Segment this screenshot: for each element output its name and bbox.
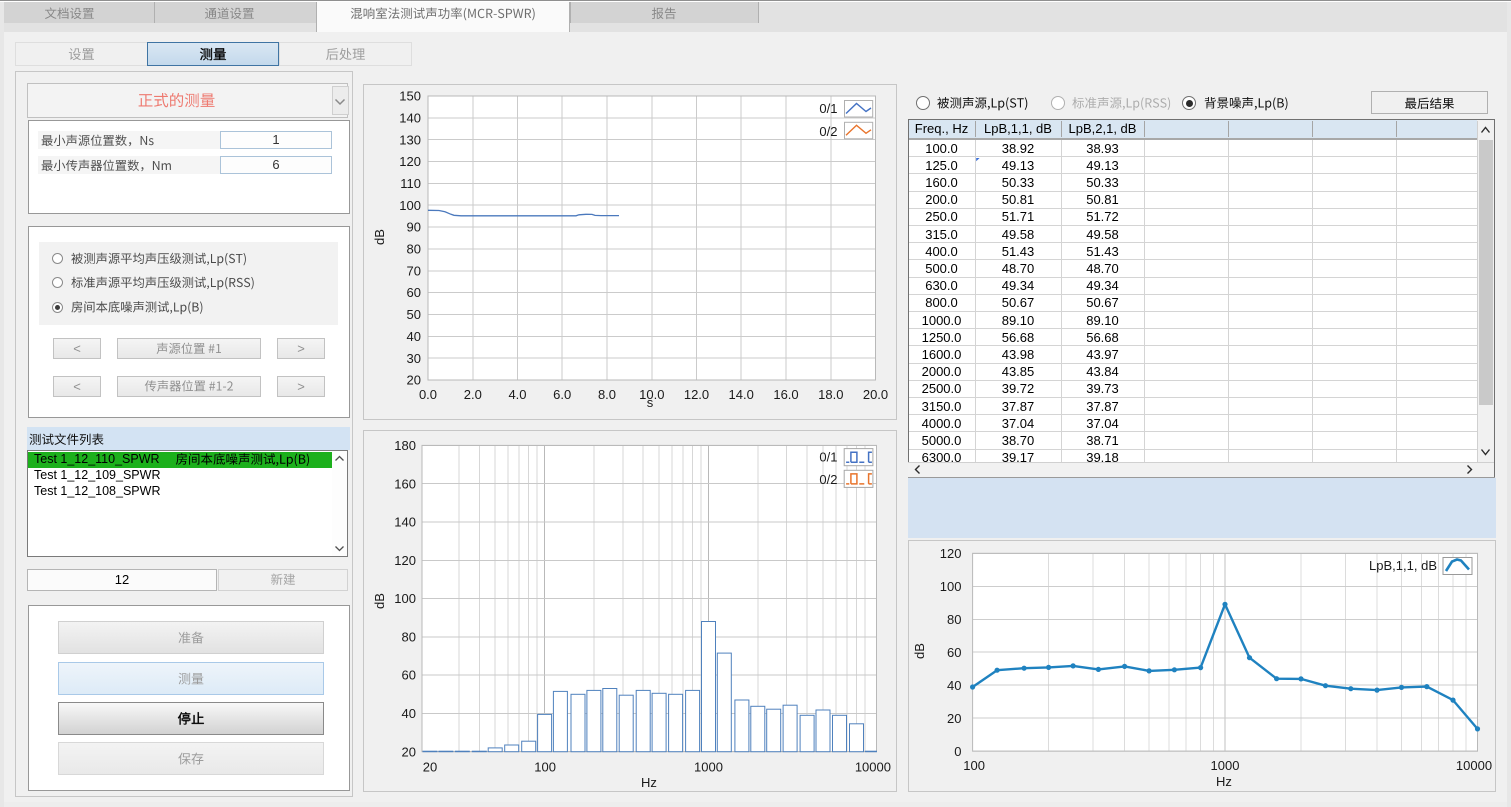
svg-text:0.0: 0.0 <box>419 387 437 402</box>
svg-text:40: 40 <box>947 678 961 693</box>
svg-text:s: s <box>647 395 654 410</box>
svg-text:dB: dB <box>912 643 927 659</box>
svg-text:150: 150 <box>399 89 421 104</box>
svg-text:100: 100 <box>963 758 985 773</box>
svg-text:120: 120 <box>940 546 962 561</box>
svg-text:0: 0 <box>954 744 961 759</box>
svg-text:120: 120 <box>394 553 416 568</box>
svg-text:1000: 1000 <box>694 760 723 775</box>
svg-text:1000: 1000 <box>1211 758 1240 773</box>
svg-text:Hz: Hz <box>1216 774 1232 789</box>
svg-text:140: 140 <box>394 515 416 530</box>
svg-text:20: 20 <box>402 744 416 759</box>
svg-text:60: 60 <box>947 645 961 660</box>
svg-text:100: 100 <box>940 579 962 594</box>
svg-text:20: 20 <box>947 711 961 726</box>
svg-text:dB: dB <box>372 593 387 609</box>
svg-text:80: 80 <box>402 629 416 644</box>
svg-text:dB: dB <box>372 229 387 245</box>
svg-text:160: 160 <box>394 476 416 491</box>
svg-text:0/1: 0/1 <box>819 450 837 465</box>
svg-text:10000: 10000 <box>1456 758 1492 773</box>
svg-text:90: 90 <box>407 220 421 235</box>
svg-text:20: 20 <box>407 373 421 388</box>
svg-text:10000: 10000 <box>855 760 891 775</box>
svg-text:180: 180 <box>394 438 416 453</box>
svg-text:8.0: 8.0 <box>598 387 616 402</box>
svg-text:0/2: 0/2 <box>819 124 837 139</box>
svg-text:50: 50 <box>407 307 421 322</box>
svg-text:LpB,1,1, dB: LpB,1,1, dB <box>1369 558 1437 573</box>
svg-text:16.0: 16.0 <box>773 387 798 402</box>
svg-text:0/2: 0/2 <box>819 472 837 487</box>
svg-text:110: 110 <box>400 176 421 191</box>
svg-text:100: 100 <box>534 760 556 775</box>
svg-text:120: 120 <box>399 154 421 169</box>
svg-text:30: 30 <box>407 351 421 366</box>
svg-text:100: 100 <box>399 198 421 213</box>
svg-text:40: 40 <box>402 706 416 721</box>
svg-text:130: 130 <box>399 132 421 147</box>
svg-text:140: 140 <box>399 110 421 125</box>
svg-text:20: 20 <box>423 760 437 775</box>
svg-text:70: 70 <box>407 263 421 278</box>
svg-text:18.0: 18.0 <box>818 387 843 402</box>
svg-text:4.0: 4.0 <box>508 387 526 402</box>
svg-text:80: 80 <box>947 612 961 627</box>
svg-text:60: 60 <box>402 668 416 683</box>
svg-text:Hz: Hz <box>641 775 657 790</box>
svg-text:60: 60 <box>407 285 421 300</box>
svg-text:12.0: 12.0 <box>684 387 709 402</box>
svg-text:0/1: 0/1 <box>819 101 837 116</box>
svg-text:2.0: 2.0 <box>464 387 482 402</box>
svg-text:40: 40 <box>407 329 421 344</box>
svg-text:100: 100 <box>394 591 416 606</box>
svg-text:6.0: 6.0 <box>553 387 571 402</box>
svg-text:20.0: 20.0 <box>863 387 888 402</box>
svg-text:14.0: 14.0 <box>729 387 754 402</box>
svg-text:80: 80 <box>407 242 421 257</box>
